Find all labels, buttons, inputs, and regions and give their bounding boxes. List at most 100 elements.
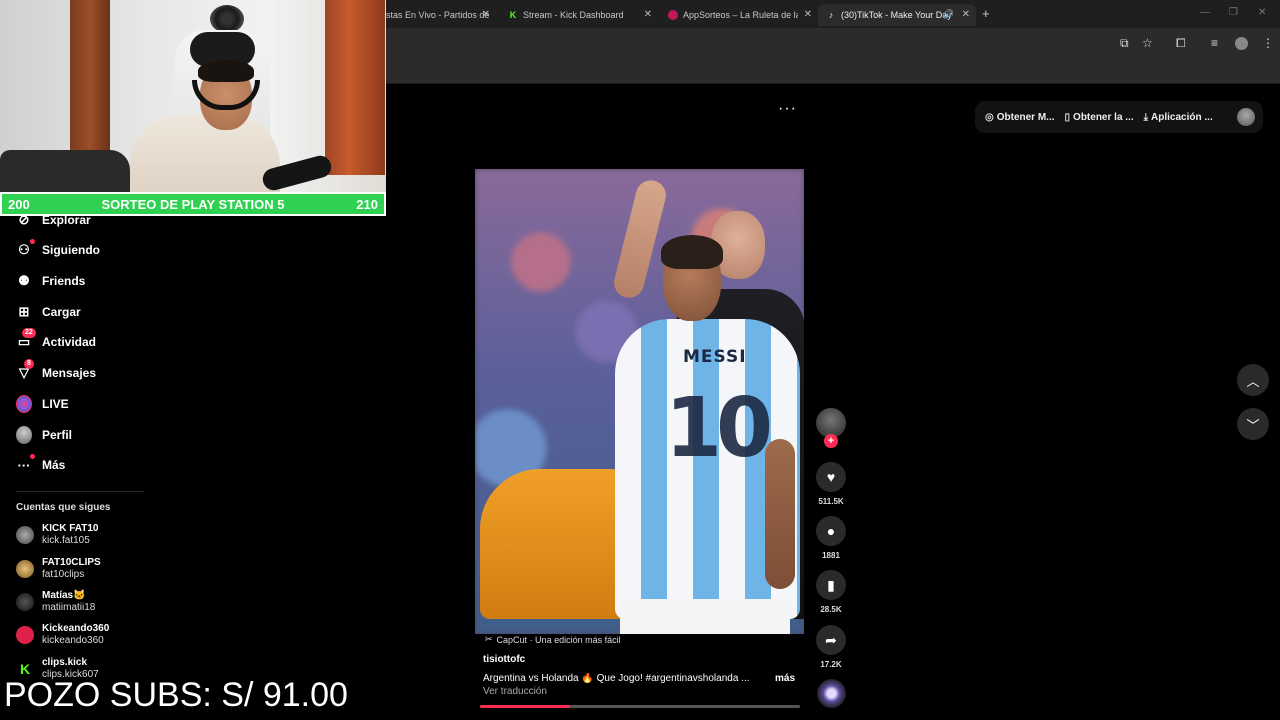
- followed-account[interactable]: KICK FAT10 kick.fat105: [16, 523, 99, 547]
- sidebar-item-label: Friends: [42, 274, 86, 288]
- previous-video-button[interactable]: ︿: [1237, 364, 1269, 396]
- tab-label: Stream - Kick Dashboard: [523, 10, 624, 20]
- profile-icon: [16, 426, 32, 444]
- player-shorts: [620, 599, 790, 634]
- close-icon[interactable]: ✕: [962, 9, 970, 20]
- upload-plus-icon: ⊞: [18, 304, 30, 319]
- followed-account[interactable]: Kickeando360 kickeando360: [16, 623, 109, 647]
- share-arrow-icon[interactable]: ➦: [816, 625, 846, 655]
- followed-account[interactable]: FAT10CLIPS fat10clips: [16, 557, 101, 581]
- sidebar-item-profile[interactable]: Perfil: [16, 425, 72, 445]
- sidebar-item-live[interactable]: LIVE: [16, 394, 69, 414]
- see-translation-link[interactable]: Ver traducción: [483, 686, 547, 697]
- bookmark-icon[interactable]: ▮: [816, 570, 846, 600]
- get-app-label: Obtener la ...: [1073, 111, 1134, 123]
- sidebar-divider: [16, 491, 144, 492]
- address-bar[interactable]: [386, 31, 1106, 55]
- sidebar-item-messages[interactable]: ▽ 8 Mensajes: [16, 359, 96, 383]
- account-handle: fat10clips: [42, 569, 85, 580]
- user-avatar[interactable]: [1237, 108, 1255, 126]
- maximize-button[interactable]: ❐: [1229, 7, 1238, 18]
- save-action[interactable]: ▮ 28.5K: [816, 570, 846, 614]
- save-count: 28.5K: [820, 605, 842, 614]
- share-count: 17.2K: [820, 660, 842, 669]
- messages-badge: 8: [24, 359, 34, 369]
- sidebar-item-label: Cargar: [42, 305, 81, 319]
- account-name: clips.kick: [42, 657, 88, 668]
- tab-partidos[interactable]: stas En Vivo - Partidos de ✕: [378, 4, 496, 26]
- account-handle: kickeando360: [42, 635, 104, 646]
- sidebar-item-label: Más: [42, 458, 66, 472]
- sidebar-item-label: Siguiendo: [42, 243, 100, 257]
- close-icon[interactable]: ✕: [482, 9, 490, 20]
- tab-label: stas En Vivo - Partidos de: [386, 10, 490, 20]
- browser-menu-icon[interactable]: ⋮: [1262, 36, 1274, 50]
- minimize-button[interactable]: —: [1200, 7, 1210, 18]
- video-progress-bar[interactable]: [480, 705, 800, 708]
- tab-appsorteos[interactable]: AppSorteos – La Ruleta de la S ✕: [660, 4, 818, 26]
- tab-label: AppSorteos – La Ruleta de la S: [683, 10, 798, 20]
- like-action[interactable]: ♥ 511.5K: [816, 462, 846, 506]
- window-close-button[interactable]: ✕: [1258, 7, 1266, 18]
- profile-avatar-icon[interactable]: [1235, 37, 1248, 50]
- account-avatar: [16, 626, 34, 644]
- webcam-door: [325, 0, 385, 175]
- share-action[interactable]: ➦ 17.2K: [816, 625, 846, 669]
- capcut-icon: ✂: [485, 634, 493, 644]
- heart-icon[interactable]: ♥: [816, 462, 846, 492]
- desktop-app-button[interactable]: ⤓ Aplicación ...: [1144, 112, 1213, 123]
- video-player[interactable]: MESSI 10: [475, 169, 804, 634]
- expand-description-button[interactable]: más: [775, 673, 795, 684]
- account-name: KICK FAT10: [42, 523, 99, 534]
- capcut-label: CapCut · Una edición más fácil: [496, 634, 621, 645]
- sidebar-item-more[interactable]: ··· Más: [16, 454, 66, 475]
- comment-action[interactable]: ● 1881: [816, 516, 846, 560]
- music-disc-icon[interactable]: [817, 679, 846, 708]
- sidebar-item-label: LIVE: [42, 397, 69, 411]
- desktop-app-label: Aplicación ...: [1151, 111, 1213, 123]
- like-count: 511.5K: [818, 497, 844, 506]
- sidebar-item-upload[interactable]: ⊞ Cargar: [16, 302, 81, 322]
- raffle-banner: 200 SORTEO DE PLAY STATION 5 210: [0, 192, 386, 216]
- send-icon: ▽ 8: [16, 359, 34, 381]
- tab-kick-dashboard[interactable]: K Stream - Kick Dashboard ✕: [500, 4, 658, 26]
- video-progress-fill: [480, 705, 570, 708]
- webcam-overlay: [0, 0, 386, 195]
- account-name: Matías🐱: [42, 590, 86, 601]
- webcam-couch: [0, 150, 130, 195]
- account-avatar: [16, 560, 34, 578]
- follow-plus-button[interactable]: +: [824, 434, 838, 448]
- more-dots-icon: ···: [16, 454, 35, 473]
- new-tab-button[interactable]: +: [982, 6, 990, 21]
- more-options-icon[interactable]: ···: [778, 100, 797, 118]
- inbox-icon: ▭ 22: [16, 328, 36, 350]
- next-video-button[interactable]: ﹀: [1237, 408, 1269, 440]
- close-icon[interactable]: ✕: [804, 9, 812, 20]
- video-author[interactable]: tisiottofc: [483, 654, 525, 665]
- coin-icon: ◎: [985, 111, 994, 123]
- get-coins-button[interactable]: ◎ Obtener M...: [985, 112, 1055, 123]
- account-avatar: [16, 526, 34, 544]
- activity-badge: 22: [22, 328, 36, 338]
- notification-dot: [30, 454, 35, 459]
- sidebar-item-following[interactable]: ⚇ Siguiendo: [16, 239, 100, 260]
- speaker-icon[interactable]: 🔊: [943, 9, 954, 20]
- sidebar-item-friends[interactable]: ⚉ Friends: [16, 271, 85, 291]
- bookmark-star-icon[interactable]: ☆: [1142, 36, 1153, 50]
- jersey-number: 10: [665, 381, 773, 476]
- download-icon: ⤓: [1143, 111, 1149, 123]
- capcut-link[interactable]: ✂ CapCut · Una edición más fácil: [485, 634, 621, 645]
- sidebar-item-activity[interactable]: ▭ 22 Actividad: [16, 328, 96, 352]
- get-app-button[interactable]: ▯ Obtener la ...: [1065, 112, 1134, 123]
- close-icon[interactable]: ✕: [644, 9, 652, 20]
- followed-account[interactable]: Matías🐱 matiimatii18: [16, 590, 95, 614]
- jersey-name: MESSI: [683, 347, 747, 367]
- tab-tiktok[interactable]: ♪ (30)TikTok - Make Your Day 🔊 ✕: [818, 4, 976, 26]
- streamer-body: [130, 115, 280, 195]
- phone-icon: ▯: [1064, 111, 1071, 123]
- comment-icon[interactable]: ●: [816, 516, 846, 546]
- media-control-icon[interactable]: ≡: [1211, 36, 1218, 50]
- raffle-title: SORTEO DE PLAY STATION 5: [101, 196, 285, 212]
- extensions-icon[interactable]: ⧠: [1176, 36, 1186, 51]
- install-app-icon[interactable]: ⧉: [1120, 36, 1129, 51]
